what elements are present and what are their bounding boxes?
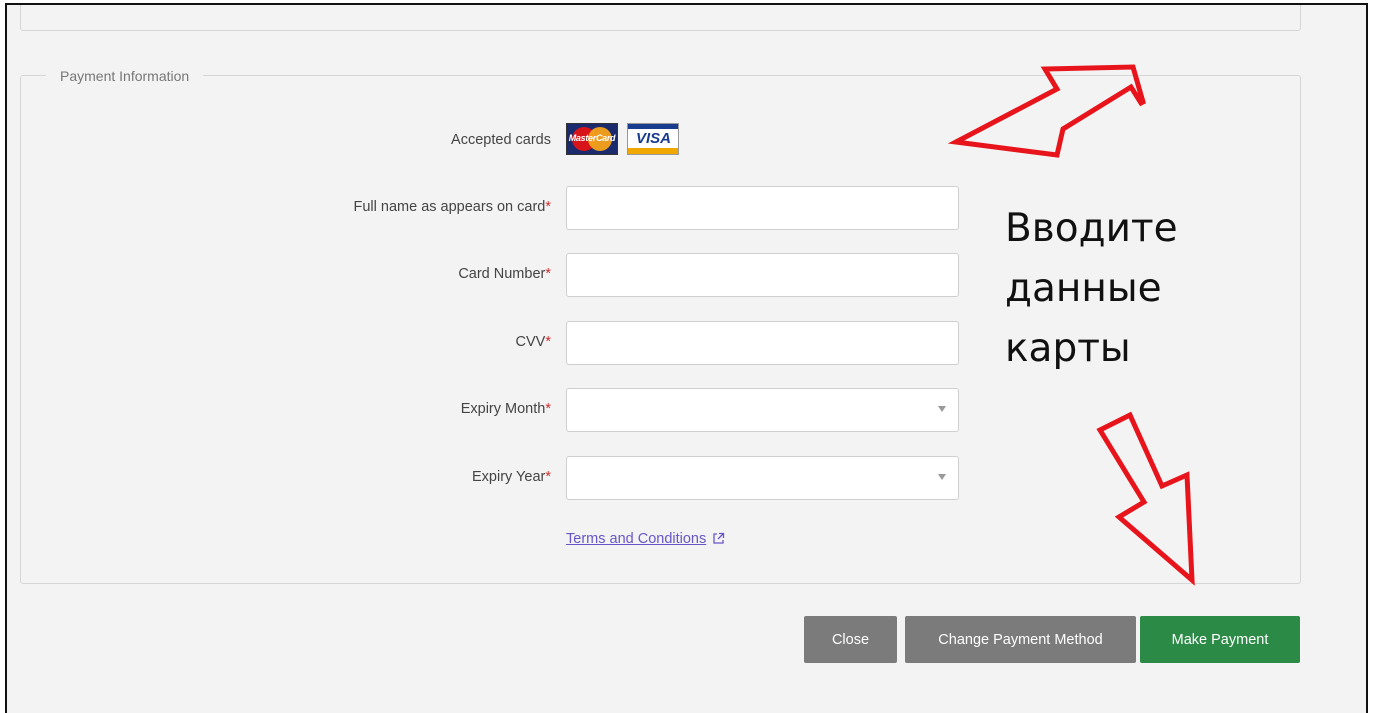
annotation-line-3: карты [1005, 326, 1131, 371]
full-name-text-input[interactable] [567, 187, 958, 229]
card-number-input[interactable] [566, 253, 959, 297]
expiry-year-select[interactable] [566, 456, 959, 500]
required-marker: * [545, 199, 551, 215]
visa-logo: VISA [627, 123, 680, 155]
fieldset-legend: Payment Information [46, 67, 204, 85]
chevron-down-icon [938, 474, 946, 480]
annotation-line-2: данные [1005, 266, 1162, 311]
accepted-cards-label: Accepted cards [451, 132, 551, 148]
required-marker: * [545, 266, 551, 282]
expiry-month-label: Expiry Month* [460, 401, 551, 417]
accepted-cards-logos: MasterCard VISA [566, 123, 684, 157]
cvv-input[interactable] [566, 321, 959, 365]
external-link-icon [713, 532, 725, 544]
annotation-text: Вводите данные карты [1005, 199, 1178, 379]
card-number-label: Card Number* [458, 266, 551, 282]
cvv-label: CVV* [515, 334, 551, 350]
card-number-text-input[interactable] [567, 254, 958, 296]
chevron-down-icon [938, 406, 946, 412]
required-marker: * [545, 334, 551, 350]
annotation-line-1: Вводите [1005, 206, 1178, 251]
cvv-text-input[interactable] [567, 322, 958, 364]
expiry-month-select[interactable] [566, 388, 959, 432]
payment-frame: Payment Information Accepted cards Maste… [5, 3, 1368, 713]
previous-section-panel [20, 5, 1301, 31]
full-name-label: Full name as appears on card* [353, 199, 551, 215]
mastercard-logo: MasterCard [566, 123, 618, 155]
close-button[interactable]: Close [804, 616, 897, 663]
required-marker: * [545, 401, 551, 417]
make-payment-button[interactable]: Make Payment [1140, 616, 1300, 663]
change-payment-method-button[interactable]: Change Payment Method [905, 616, 1136, 663]
terms-and-conditions-link[interactable]: Terms and Conditions [566, 531, 725, 547]
expiry-year-label: Expiry Year* [471, 469, 551, 485]
required-marker: * [545, 469, 551, 485]
full-name-input[interactable] [566, 186, 959, 230]
